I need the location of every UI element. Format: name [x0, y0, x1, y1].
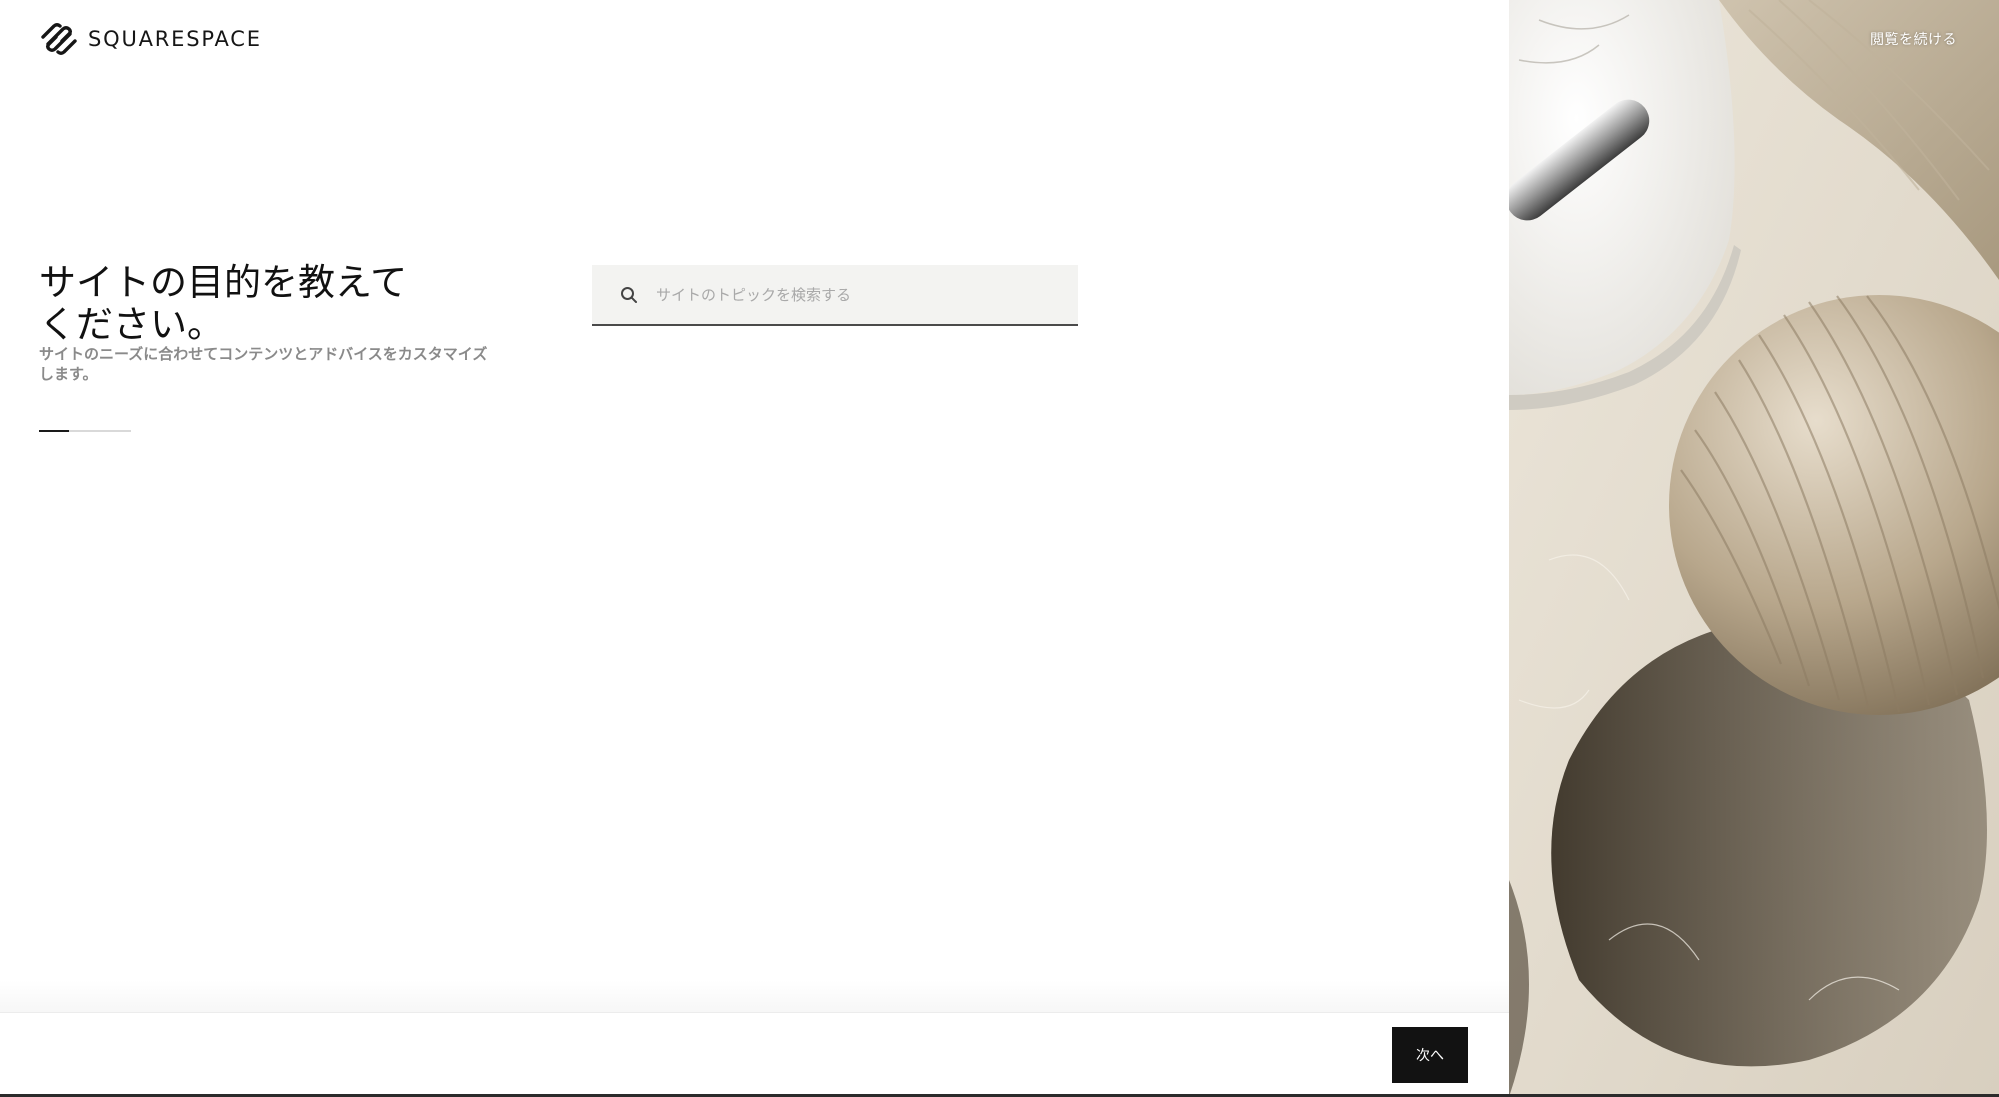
progress-bar	[39, 430, 131, 432]
page-subtitle: サイトのニーズに合わせてコンテンツとアドバイスをカスタマイズ します。	[39, 344, 489, 384]
page-title-line-2: ください。	[39, 303, 224, 346]
page-subtitle-line-2: します。	[39, 365, 98, 383]
topic-search-input[interactable]	[654, 284, 1058, 305]
decorative-still-life-image	[1509, 0, 1999, 1097]
brand-logo[interactable]: SQUARESPACE	[39, 22, 262, 56]
next-button[interactable]: 次へ	[1392, 1027, 1468, 1083]
page-subtitle-line-1: サイトのニーズに合わせてコンテンツとアドバイスをカスタマイズ	[39, 345, 488, 363]
footer-bar: 次へ	[0, 1012, 1509, 1097]
page-title: サイトの目的を教えて ください。	[39, 262, 439, 346]
hero-image-panel: 閲覧を続ける	[1509, 0, 1999, 1097]
page-title-line-1: サイトの目的を教えて	[39, 261, 408, 304]
left-panel: SQUARESPACE サイトの目的を教えて ください。 サイトのニーズに合わせ…	[0, 0, 1509, 1097]
continue-browsing-link[interactable]: 閲覧を続ける	[1870, 29, 1957, 49]
progress-fill	[39, 430, 70, 432]
brand-name: SQUARESPACE	[88, 27, 262, 51]
footer-fade	[0, 980, 1509, 1012]
squarespace-logo-icon	[41, 23, 77, 55]
search-icon	[621, 286, 637, 303]
onboarding-screen: SQUARESPACE サイトの目的を教えて ください。 サイトのニーズに合わせ…	[0, 0, 1999, 1097]
topic-search-box[interactable]	[592, 265, 1078, 326]
